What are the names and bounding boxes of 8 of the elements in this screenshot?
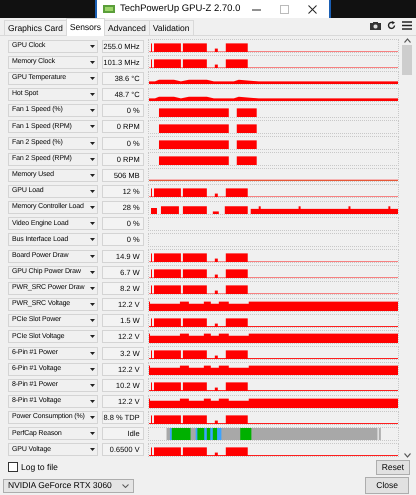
tab[interactable]: Validation bbox=[148, 20, 194, 35]
tab[interactable]: Graphics Card bbox=[4, 20, 67, 35]
reset-button[interactable]: Reset bbox=[376, 460, 410, 474]
window-title: TechPowerUp GPU-Z 2.70.0 bbox=[120, 2, 242, 16]
tab[interactable]: Sensors bbox=[66, 18, 105, 36]
close-button[interactable]: Close bbox=[365, 477, 409, 494]
gpu-dropdown[interactable]: NVIDIA GeForce RTX 3060 bbox=[3, 478, 134, 492]
log-checkbox[interactable]: Log to file bbox=[8, 460, 58, 474]
